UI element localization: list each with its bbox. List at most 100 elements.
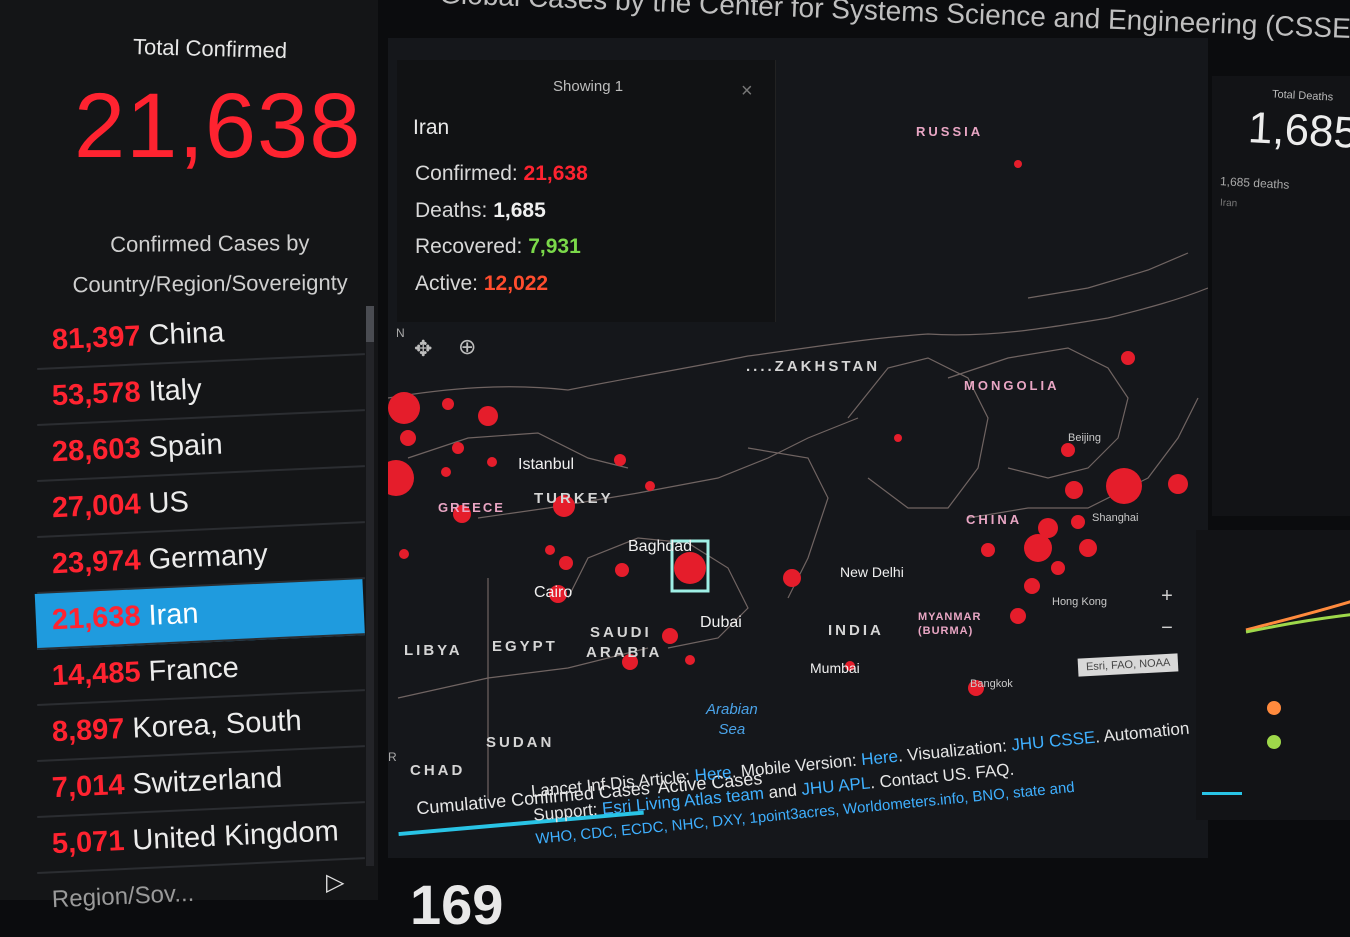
popup-country-name: Iran xyxy=(413,116,450,139)
list-title-line1: Confirmed Cases by xyxy=(110,230,310,257)
sea-label-line2: Sea xyxy=(718,721,746,738)
case-bubble[interactable] xyxy=(981,543,995,557)
case-bubble[interactable] xyxy=(1010,608,1026,624)
left-panel: Total Confirmed 21,638 Confirmed Cases b… xyxy=(0,0,378,913)
case-bubble[interactable] xyxy=(1071,515,1085,529)
map-label-istanbul: Istanbul xyxy=(518,456,575,473)
map-label-greece: GREECE xyxy=(438,500,505,515)
mobile-version-link[interactable]: Here xyxy=(860,747,899,769)
map-zoom-controls: + − xyxy=(1154,583,1180,647)
jhu-apl-link[interactable]: JHU APL xyxy=(801,773,871,799)
country-list: 81,397 China 53,578 Italy 28,603 Spain 27,0… xyxy=(34,299,365,928)
scrollbar-thumb[interactable] xyxy=(366,306,374,342)
case-bubble[interactable] xyxy=(388,392,420,424)
case-bubble[interactable] xyxy=(614,454,626,466)
border-line xyxy=(947,347,1129,479)
list-scrollbar[interactable] xyxy=(366,306,374,866)
deaths-list-country: Iran xyxy=(1219,197,1238,210)
zoom-in-button[interactable]: + xyxy=(1154,583,1180,609)
play-icon[interactable]: ▷ xyxy=(326,868,344,897)
zoom-out-button[interactable]: − xyxy=(1154,615,1180,641)
lancet-article-link[interactable]: Here xyxy=(694,763,733,785)
footer-text: and xyxy=(762,780,803,803)
case-bubble[interactable] xyxy=(1168,474,1188,494)
case-bubble[interactable] xyxy=(487,457,497,467)
deaths-value: 1,685 xyxy=(493,199,546,222)
case-bubble[interactable] xyxy=(1106,468,1142,504)
popup-deaths-row: Deaths: 1,685 xyxy=(415,199,546,223)
jhu-csse-link[interactable]: JHU CSSE xyxy=(1011,728,1097,755)
recovered-label: Recovered: xyxy=(415,235,523,258)
map-label-sudan: SUDAN xyxy=(486,734,555,751)
case-bubble[interactable] xyxy=(478,406,498,426)
case-bubble[interactable] xyxy=(1024,534,1052,562)
map-label-libya: LIBYA xyxy=(404,642,463,659)
map-label-cairo: Cairo xyxy=(534,584,573,601)
list-item-name: Switzerland xyxy=(131,761,283,801)
list-item-name: China xyxy=(147,315,225,352)
map-label-baghdad: Baghdad xyxy=(628,538,693,555)
map-label-dubai: Dubai xyxy=(700,614,742,631)
case-bubble[interactable] xyxy=(685,655,695,665)
close-icon[interactable]: × xyxy=(741,80,753,103)
case-bubble[interactable] xyxy=(894,434,902,442)
list-title-line2: Country/Region/Sovereignty xyxy=(72,269,348,298)
list-item-count: 7,014 xyxy=(51,768,126,804)
case-bubble[interactable] xyxy=(645,481,655,491)
edge-letter-n: N xyxy=(396,326,405,340)
popup-confirmed-row: Confirmed: 21,638 xyxy=(415,162,588,186)
case-bubble[interactable] xyxy=(783,569,801,587)
case-bubble[interactable] xyxy=(1014,160,1022,168)
total-confirmed-value: 21,638 xyxy=(74,75,362,177)
bottom-counter-value: 169 xyxy=(410,873,504,936)
case-bubble[interactable] xyxy=(1051,561,1065,575)
list-item-count: 8,897 xyxy=(51,712,126,748)
case-bubble[interactable] xyxy=(1061,443,1075,457)
map-label-shanghai: Shanghai xyxy=(1092,512,1139,524)
list-item-count: 28,603 xyxy=(51,431,142,468)
zoom-icon[interactable]: ⊕ xyxy=(458,334,476,360)
list-item-name: Iran xyxy=(147,597,200,632)
case-bubble[interactable] xyxy=(399,549,409,559)
case-bubble[interactable] xyxy=(400,430,416,446)
list-item-name: Spain xyxy=(147,428,224,464)
case-bubble[interactable] xyxy=(559,556,573,570)
sea-label-line1: Arabian xyxy=(706,701,758,718)
list-item-count: 23,974 xyxy=(51,543,142,580)
list-item-count: 21,638 xyxy=(51,599,142,636)
border-line xyxy=(1027,252,1189,299)
map-label-saudi: SAUDI xyxy=(590,624,652,641)
map-label-arabian-sea: Arabian Sea xyxy=(706,700,758,740)
case-bubble[interactable] xyxy=(1121,351,1135,365)
active-label: Active: xyxy=(415,272,479,295)
case-bubble[interactable] xyxy=(388,460,414,496)
trend-line-orange xyxy=(1245,600,1350,632)
confirmed-value: 21,638 xyxy=(523,162,588,185)
case-bubble[interactable] xyxy=(615,563,629,577)
footer-text: Support: xyxy=(532,799,603,825)
case-bubble[interactable] xyxy=(452,442,464,454)
case-bubble[interactable] xyxy=(442,398,454,410)
right-panel: Total Deaths 1,685 1,685 deaths Iran xyxy=(1212,76,1350,516)
pan-icon[interactable]: ✥ xyxy=(414,336,432,362)
map-label-india: INDIA xyxy=(828,622,884,639)
list-footer-text: Region/Sov... xyxy=(51,879,195,914)
map-label-kazakhstan: ....ZAKHSTAN xyxy=(746,358,881,375)
case-bubble[interactable] xyxy=(1024,578,1040,594)
case-bubble[interactable] xyxy=(662,628,678,644)
map-label-turkey: TURKEY xyxy=(534,490,614,507)
case-bubble[interactable] xyxy=(441,467,451,477)
case-bubble-iran[interactable] xyxy=(674,552,706,584)
case-bubble[interactable] xyxy=(1079,539,1097,557)
active-value: 12,022 xyxy=(483,272,549,295)
right-chart-panel xyxy=(1196,530,1350,820)
map-label-new-delhi: New Delhi xyxy=(840,564,904,580)
case-bubble[interactable] xyxy=(1038,518,1058,538)
case-bubble[interactable] xyxy=(545,545,555,555)
deaths-list-item: 1,685 deaths xyxy=(1219,174,1290,192)
map-label-mongolia: MONGOLIA xyxy=(964,378,1060,393)
list-item-name: US xyxy=(147,485,190,520)
list-item-name: France xyxy=(147,651,240,688)
trend-chart-graphic xyxy=(1202,600,1350,795)
case-bubble[interactable] xyxy=(1065,481,1083,499)
